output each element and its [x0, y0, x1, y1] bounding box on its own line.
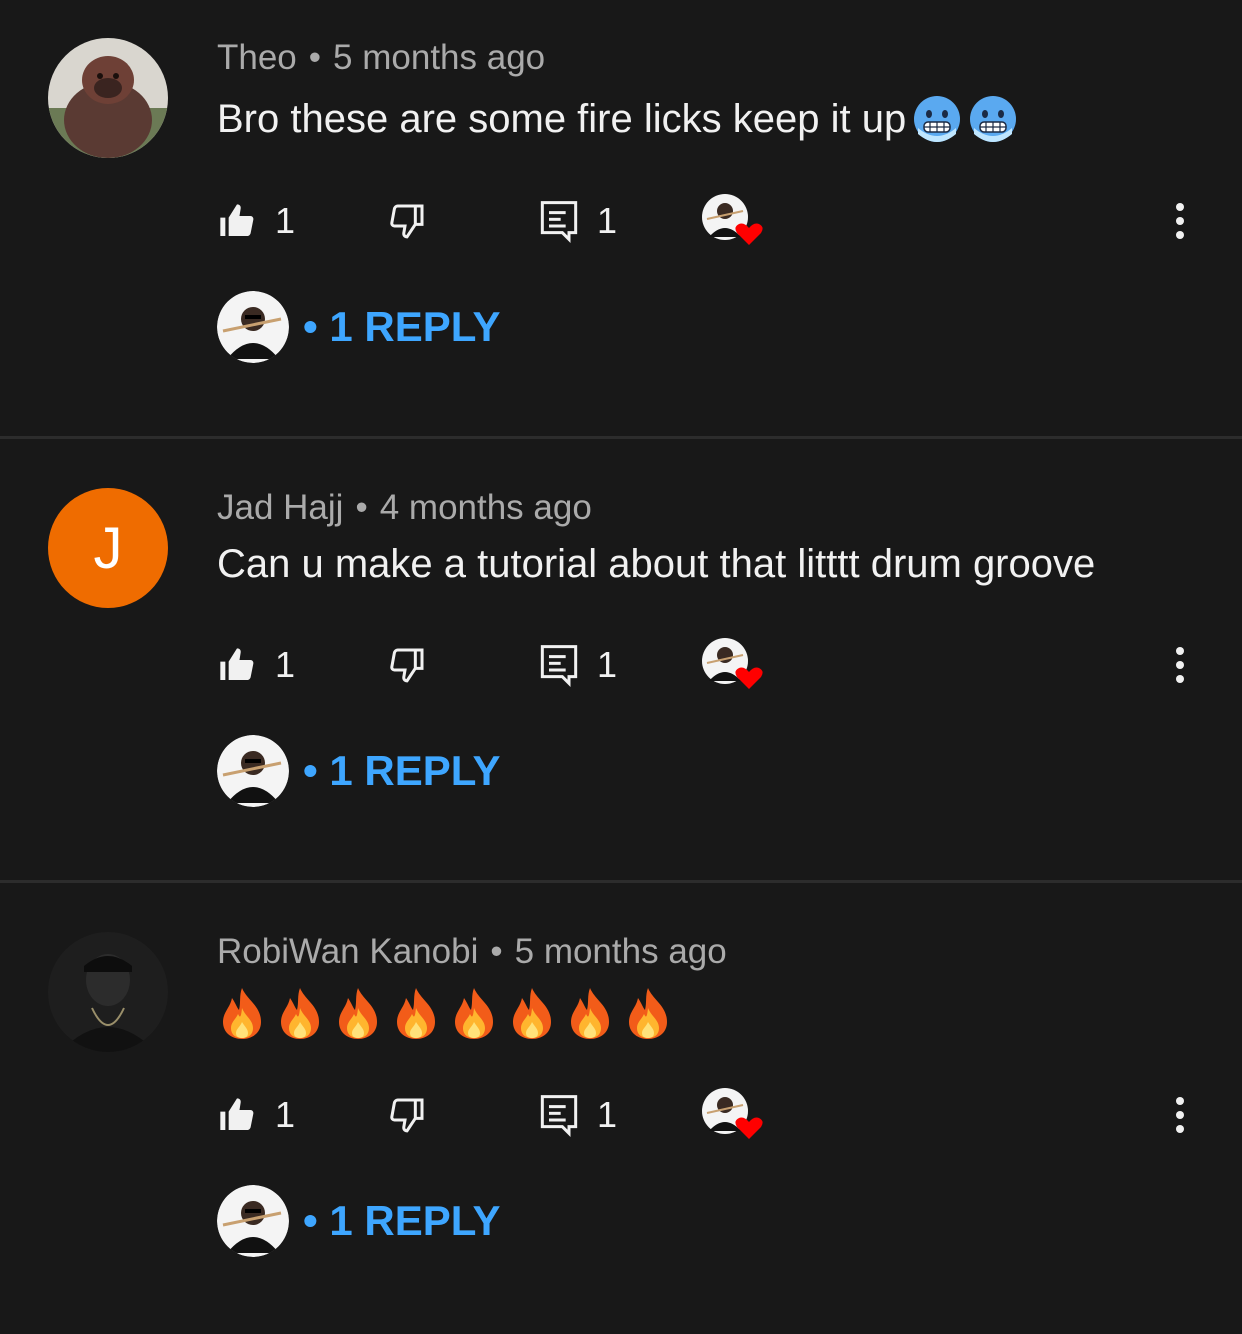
- comment-divider: [0, 436, 1242, 439]
- view-replies-button[interactable]: • 1 REPLY: [217, 734, 501, 808]
- thumbs-up-icon: [220, 648, 254, 680]
- fire-emoji-icon: [223, 988, 261, 1039]
- more-options-button[interactable]: [1175, 196, 1185, 246]
- avatar-letter: J: [93, 515, 123, 581]
- fire-emoji-icon: [455, 988, 493, 1039]
- reply-avatar-icon: [217, 735, 289, 807]
- comment-actions: 1 1: [217, 1088, 1207, 1140]
- reply-count: 1: [597, 644, 618, 685]
- orangutan-avatar-icon: [48, 38, 168, 158]
- comment-text: Bro these are some fire licks keep it up: [217, 94, 1018, 144]
- comment-body: Can u make a tutorial about that litttt …: [217, 542, 1096, 586]
- reply-count: 1: [597, 1094, 618, 1135]
- replies-label: • 1 REPLY: [303, 747, 501, 794]
- comment-actions: 1 1: [217, 194, 1207, 246]
- thumbs-up-icon: [220, 204, 254, 236]
- comment-text: [217, 986, 673, 1040]
- more-options-button[interactable]: [1175, 1090, 1185, 1140]
- more-options-button[interactable]: [1175, 640, 1185, 690]
- author-name[interactable]: Jad Hajj: [217, 488, 343, 527]
- like-count: 1: [275, 200, 296, 241]
- reply-author-avatar: [217, 1185, 289, 1257]
- more-vert-icon: [1176, 1097, 1184, 1133]
- comment-time: 4 months ago: [379, 488, 592, 527]
- meta-separator: •: [355, 488, 368, 527]
- thumbs-up-icon: [220, 1098, 254, 1130]
- creator-heart-icon: [702, 194, 763, 245]
- reply-avatar-icon: [217, 291, 289, 363]
- comment-item: J Jad Hajj • 4 months ago Can u make a tut…: [0, 450, 1242, 890]
- creator-heart: [701, 638, 765, 690]
- reply-comment-icon: [540, 1095, 578, 1137]
- more-vert-icon: [1176, 647, 1184, 683]
- creator-heart: [701, 1088, 765, 1140]
- thumbs-down-icon: [390, 648, 424, 683]
- reply-comment-icon: [540, 645, 578, 687]
- comment-item: Theo • 5 months ago Bro these are some fir…: [0, 0, 1242, 440]
- replies-label: • 1 REPLY: [303, 1197, 501, 1244]
- reply-button[interactable]: 1: [539, 196, 617, 246]
- dislike-button[interactable]: [387, 1090, 427, 1140]
- fire-emoji-icon: [513, 988, 551, 1039]
- fire-emoji-icon: [571, 988, 609, 1039]
- meta-separator: •: [308, 38, 322, 77]
- like-count: 1: [275, 644, 296, 685]
- comment-time: 5 months ago: [333, 38, 546, 77]
- comment-meta: Jad Hajj • 4 months ago: [217, 488, 592, 528]
- view-replies-button[interactable]: • 1 REPLY: [217, 1184, 501, 1258]
- fire-emoji-icon: [339, 988, 377, 1039]
- view-replies-button[interactable]: • 1 REPLY: [217, 290, 501, 364]
- comment-body: Bro these are some fire licks keep it up: [217, 96, 907, 141]
- creator-heart: [701, 194, 765, 246]
- like-button[interactable]: 1: [217, 1090, 295, 1140]
- thumbs-down-icon: [390, 204, 424, 239]
- fire-emoji-icon: [281, 988, 319, 1039]
- more-vert-icon: [1176, 203, 1184, 239]
- like-button[interactable]: 1: [217, 196, 295, 246]
- reply-count: 1: [597, 200, 618, 241]
- reply-author-avatar: [217, 735, 289, 807]
- meta-separator: •: [490, 932, 503, 971]
- avatar[interactable]: [48, 932, 168, 1052]
- comment-text: Can u make a tutorial about that litttt …: [217, 542, 1095, 587]
- comment-meta: Theo • 5 months ago: [217, 38, 545, 78]
- author-name[interactable]: RobiWan Kanobi: [217, 932, 478, 971]
- replies-label: • 1 REPLY: [303, 303, 501, 350]
- comment-item: RobiWan Kanobi • 5 months ago 1 1 • 1 RE…: [0, 894, 1242, 1334]
- like-count: 1: [275, 1094, 296, 1135]
- dislike-button[interactable]: [387, 196, 427, 246]
- reply-button[interactable]: 1: [539, 640, 617, 690]
- reply-comment-icon: [540, 201, 578, 243]
- creator-heart-icon: [702, 1088, 763, 1139]
- dark-portrait-avatar-icon: [48, 932, 168, 1052]
- like-button[interactable]: 1: [217, 640, 295, 690]
- cold-face-emoji-icon: [914, 96, 961, 142]
- reply-avatar-icon: [217, 1185, 289, 1257]
- comment-meta: RobiWan Kanobi • 5 months ago: [217, 932, 727, 972]
- reply-button[interactable]: 1: [539, 1090, 617, 1140]
- comment-time: 5 months ago: [514, 932, 727, 971]
- comment-divider: [0, 880, 1242, 883]
- cold-face-emoji-icon: [970, 96, 1017, 142]
- dislike-button[interactable]: [387, 640, 427, 690]
- fire-emoji-icon: [397, 988, 435, 1039]
- thumbs-down-icon: [390, 1098, 424, 1133]
- fire-emoji-icon: [629, 988, 667, 1039]
- author-name[interactable]: Theo: [217, 38, 297, 77]
- reply-author-avatar: [217, 291, 289, 363]
- avatar[interactable]: J: [48, 488, 168, 608]
- comment-actions: 1 1: [217, 638, 1207, 690]
- creator-heart-icon: [702, 638, 763, 689]
- avatar[interactable]: [48, 38, 168, 158]
